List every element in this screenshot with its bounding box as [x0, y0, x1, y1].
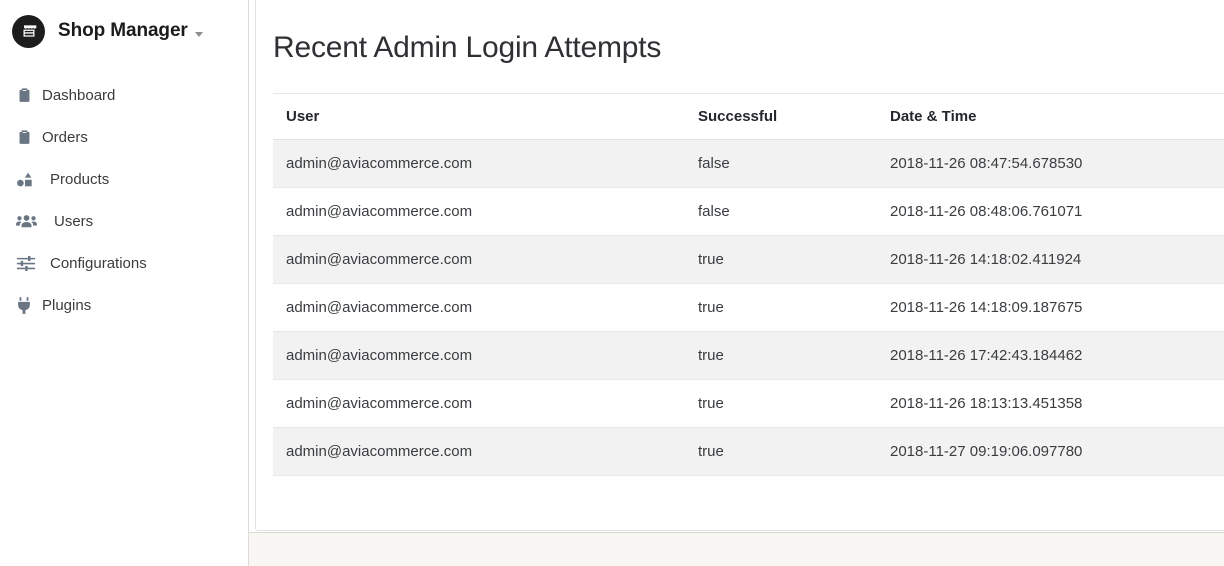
login-attempts-card: Recent Admin Login Attempts User Success…	[255, 0, 1224, 531]
table-head: User Successful Date & Time	[273, 93, 1224, 140]
cell-datetime: 2018-11-26 18:13:13.451358	[877, 379, 1224, 428]
clipboard-list-icon	[16, 86, 42, 105]
table-header-row: User Successful Date & Time	[273, 93, 1224, 140]
column-header-successful[interactable]: Successful	[685, 93, 877, 140]
clipboard-list-icon	[16, 128, 42, 147]
table-row[interactable]: admin@aviacommerce.com false 2018-11-26 08…	[273, 187, 1224, 236]
sidebar-item-label: Orders	[42, 128, 88, 146]
table-row[interactable]: admin@aviacommerce.com true 2018-11-26 17:…	[273, 331, 1224, 380]
cell-datetime: 2018-11-26 14:18:09.187675	[877, 283, 1224, 332]
sidebar: Shop Manager Dashboard Orders Products U…	[0, 0, 249, 566]
sidebar-item-products[interactable]: Products	[0, 158, 248, 200]
brand-header[interactable]: Shop Manager	[0, 0, 248, 62]
cell-datetime: 2018-11-26 14:18:02.411924	[877, 235, 1224, 284]
cell-datetime: 2018-11-26 08:47:54.678530	[877, 139, 1224, 188]
cell-datetime: 2018-11-26 17:42:43.184462	[877, 331, 1224, 380]
shop-store-icon	[12, 14, 45, 48]
column-header-user[interactable]: User	[273, 93, 685, 140]
cell-successful: true	[685, 283, 877, 332]
table-container: User Successful Date & Time admin@aviaco…	[256, 93, 1224, 476]
sidebar-nav: Dashboard Orders Products Users Configur…	[0, 74, 248, 326]
sidebar-item-users[interactable]: Users	[0, 200, 248, 242]
cell-user: admin@aviacommerce.com	[273, 331, 685, 380]
table-row[interactable]: admin@aviacommerce.com true 2018-11-27 09:…	[273, 427, 1224, 476]
sidebar-item-configurations[interactable]: Configurations	[0, 242, 248, 284]
cell-successful: true	[685, 331, 877, 380]
cell-successful: true	[685, 235, 877, 284]
cell-successful: false	[685, 187, 877, 236]
cell-user: admin@aviacommerce.com	[273, 427, 685, 476]
brand-title: Shop Manager	[58, 20, 188, 41]
column-header-datetime[interactable]: Date & Time	[877, 93, 1224, 140]
table-row[interactable]: admin@aviacommerce.com false 2018-11-26 08…	[273, 139, 1224, 188]
cell-user: admin@aviacommerce.com	[273, 139, 685, 188]
cell-datetime: 2018-11-27 09:19:06.097780	[877, 427, 1224, 476]
sidebar-item-label: Configurations	[50, 254, 147, 272]
sidebar-item-label: Dashboard	[42, 86, 116, 104]
shapes-icon	[16, 171, 42, 188]
table-row[interactable]: admin@aviacommerce.com true 2018-11-26 14:…	[273, 235, 1224, 284]
login-attempts-table: User Successful Date & Time admin@aviaco…	[273, 93, 1224, 476]
sidebar-item-orders[interactable]: Orders	[0, 116, 248, 158]
sidebar-item-dashboard[interactable]: Dashboard	[0, 74, 248, 116]
cell-user: admin@aviacommerce.com	[273, 283, 685, 332]
cell-user: admin@aviacommerce.com	[273, 187, 685, 236]
table-row[interactable]: admin@aviacommerce.com true 2018-11-26 18:…	[273, 379, 1224, 428]
sidebar-item-label: Products	[50, 170, 110, 188]
sidebar-item-label: Users	[54, 212, 94, 230]
page-title: Recent Admin Login Attempts	[273, 31, 662, 64]
main-content: Recent Admin Login Attempts User Success…	[249, 0, 1224, 566]
table-row[interactable]: admin@aviacommerce.com true 2018-11-26 14:…	[273, 283, 1224, 332]
cell-user: admin@aviacommerce.com	[273, 235, 685, 284]
footer-strip	[249, 532, 1224, 566]
app-root: Shop Manager Dashboard Orders Products U…	[0, 0, 1224, 566]
plug-icon	[16, 296, 42, 315]
chevron-down-icon[interactable]	[194, 31, 203, 37]
sidebar-item-plugins[interactable]: Plugins	[0, 284, 248, 326]
cell-successful: false	[685, 139, 877, 188]
sliders-icon	[16, 255, 42, 272]
cell-successful: true	[685, 379, 877, 428]
users-group-icon	[16, 213, 42, 229]
cell-datetime: 2018-11-26 08:48:06.761071	[877, 187, 1224, 236]
table-body: admin@aviacommerce.com false 2018-11-26 08…	[273, 139, 1224, 476]
sidebar-item-label: Plugins	[42, 296, 92, 314]
cell-user: admin@aviacommerce.com	[273, 379, 685, 428]
cell-successful: true	[685, 427, 877, 476]
